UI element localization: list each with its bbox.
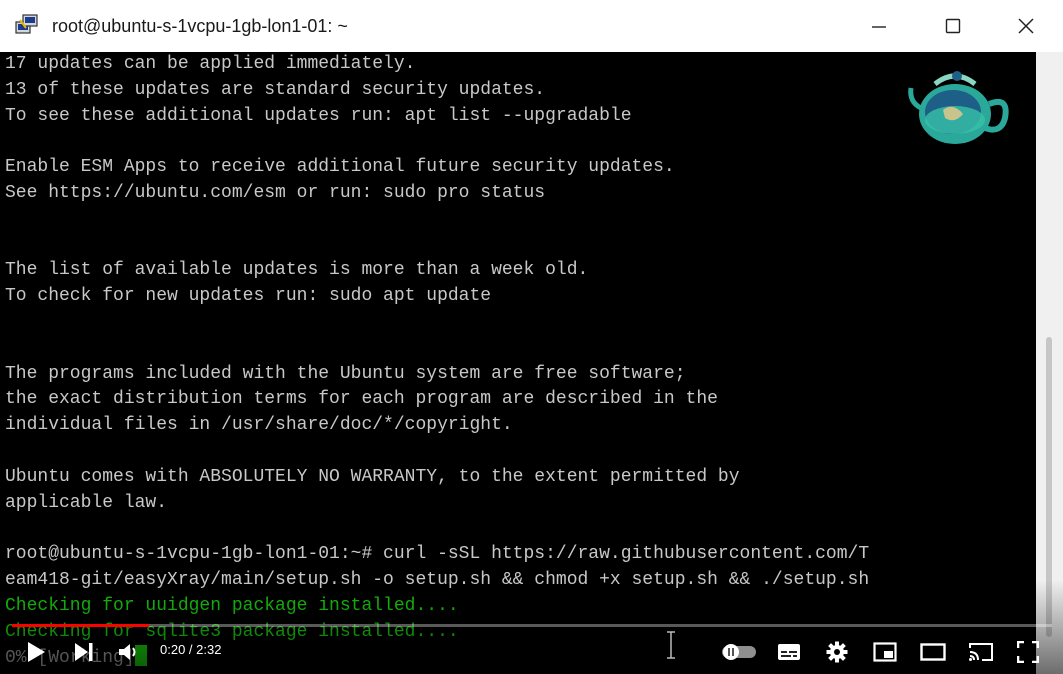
next-button[interactable] (70, 638, 98, 666)
settings-icon (826, 641, 848, 663)
terminal-line: The list of available updates is more th… (5, 260, 589, 281)
teapot-logo-icon (908, 71, 1009, 144)
maximize-icon (945, 18, 961, 34)
video-time: 0:20 / 2:32 (160, 642, 222, 657)
terminal-line: To check for new updates run: sudo apt u… (5, 286, 492, 307)
scrollbar-thumb[interactable] (1046, 337, 1052, 637)
terminal-line: root@ubuntu-s-1vcpu-1gb-lon1-01:~# curl … (5, 544, 870, 565)
video-controls: 0:20 / 2:32 (0, 632, 1063, 672)
cast-button[interactable] (966, 638, 996, 666)
subtitles-button[interactable] (776, 638, 802, 666)
terminal-window: root@ubuntu-s-1vcpu-1gb-lon1-01: ~ 17 up… (0, 0, 1063, 674)
video-progress-bar[interactable] (12, 624, 1052, 627)
terminal-line: eam418-git/easyXray/main/setup.sh -o set… (5, 569, 870, 590)
miniplayer-button[interactable] (871, 638, 899, 666)
maximize-button[interactable] (916, 0, 990, 52)
terminal-line: See https://ubuntu.com/esm or run: sudo … (5, 182, 546, 203)
next-icon (75, 643, 93, 661)
volume-icon (119, 644, 136, 660)
play-button[interactable] (22, 638, 50, 666)
putty-icon (15, 14, 38, 34)
terminal-line: individual files in /usr/share/doc/*/cop… (5, 415, 513, 436)
fullscreen-button[interactable] (1014, 638, 1042, 666)
terminal-line: Ubuntu comes with ABSOLUTELY NO WARRANTY… (5, 466, 740, 487)
theater-icon (920, 643, 946, 661)
settings-button[interactable] (824, 638, 850, 666)
video-progress-played (12, 624, 149, 627)
minimize-icon (872, 26, 886, 28)
terminal-line: 13 of these updates are standard securit… (5, 79, 546, 100)
status-line: Checking for uuidgen package installed..… (5, 595, 459, 616)
terminal-line: 17 updates can be applied immediately. (5, 54, 416, 74)
play-icon (28, 642, 45, 662)
terminal-line: Enable ESM Apps to receive additional fu… (5, 157, 675, 178)
terminal-line: the exact distribution terms for each pr… (5, 389, 718, 410)
autoplay-toggle[interactable] (720, 638, 758, 666)
title-bar: root@ubuntu-s-1vcpu-1gb-lon1-01: ~ (0, 0, 1063, 52)
cast-icon (969, 643, 993, 661)
terminal-output[interactable]: 17 updates can be applied immediately. 1… (2, 52, 1036, 674)
terminal-line: The programs included with the Ubuntu sy… (5, 363, 686, 384)
autoplay-toggle-icon (722, 644, 756, 660)
scrollbar[interactable] (1036, 52, 1063, 674)
fullscreen-icon (1017, 641, 1039, 663)
close-icon (1018, 18, 1034, 34)
miniplayer-icon (873, 642, 897, 662)
subtitles-icon (778, 644, 800, 660)
window-title: root@ubuntu-s-1vcpu-1gb-lon1-01: ~ (52, 16, 348, 36)
terminal-line: To see these additional updates run: apt… (5, 105, 632, 126)
terminal-line: applicable law. (5, 492, 168, 513)
theater-mode-button[interactable] (918, 638, 948, 666)
volume-button[interactable] (116, 638, 142, 666)
close-button[interactable] (989, 0, 1063, 52)
minimize-button[interactable] (842, 0, 916, 52)
